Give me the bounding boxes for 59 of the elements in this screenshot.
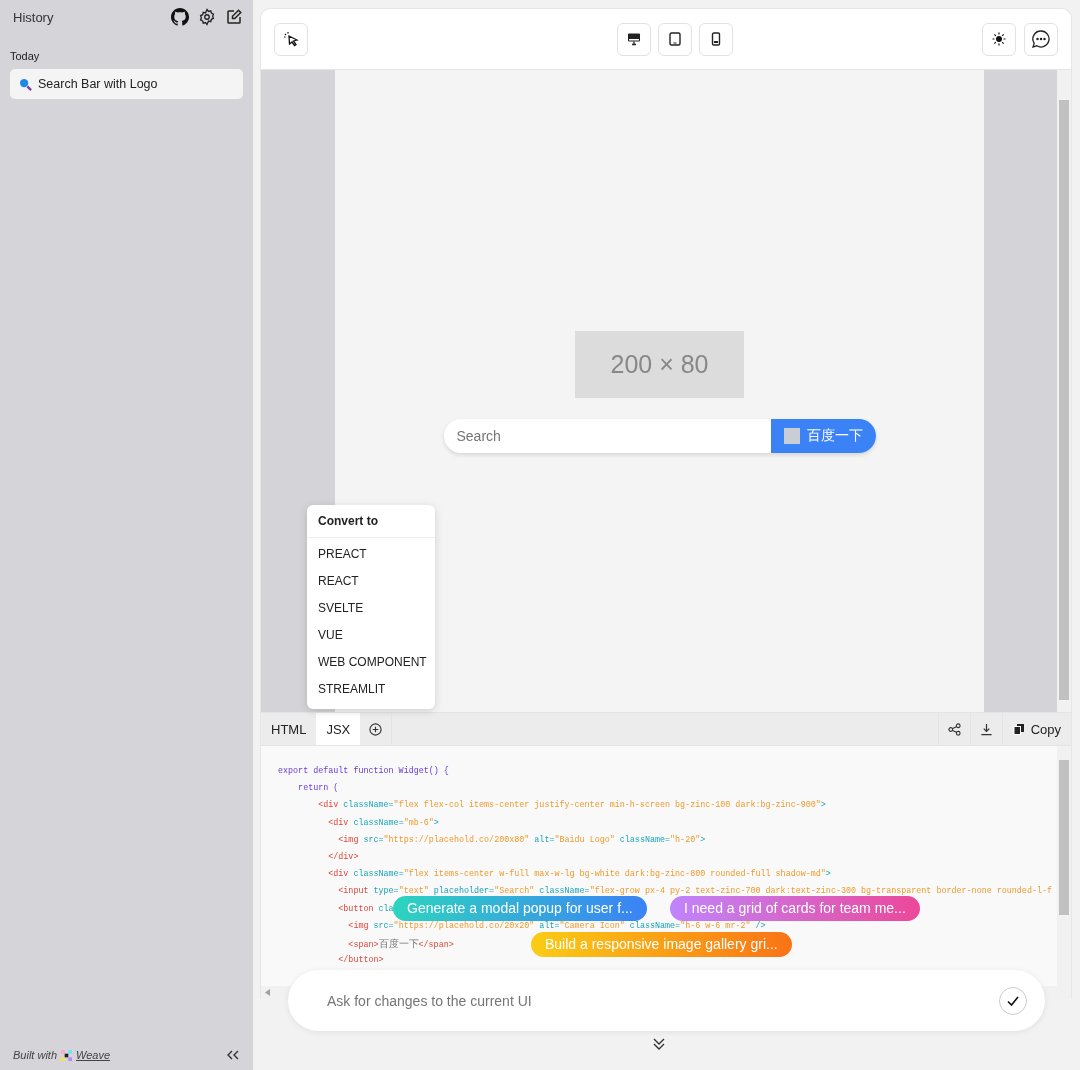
code-line: </button> bbox=[337, 954, 384, 968]
code-line: <input type="text" placeholder="Search" className="flex-grow px-4 py-2 text-zinc-700 dark:text-zinc-300 bg-transparent border-none rounded-l-f bbox=[337, 885, 1053, 899]
search-button[interactable]: 百度一下 bbox=[770, 419, 876, 453]
mobile-view-button[interactable] bbox=[699, 22, 733, 56]
menu-item[interactable]: VUE bbox=[307, 622, 435, 649]
submit-button[interactable] bbox=[999, 986, 1027, 1015]
code-tab[interactable]: HTML bbox=[261, 713, 317, 745]
code-tab[interactable]: JSX bbox=[316, 713, 361, 745]
prompt-bar[interactable]: Ask for changes to the current UI bbox=[288, 970, 1045, 1031]
theme-button[interactable] bbox=[982, 22, 1016, 56]
settings-icon[interactable] bbox=[198, 8, 216, 26]
placeholder-size-label: 200 × 80 bbox=[610, 350, 709, 379]
menu-item[interactable]: SVELTE bbox=[307, 595, 435, 622]
phone-icon bbox=[709, 32, 723, 46]
tablet-view-button[interactable] bbox=[658, 22, 692, 56]
footer-text: Built with bbox=[13, 1049, 58, 1061]
code-line: export default function Widget() { bbox=[278, 765, 449, 778]
chat-button[interactable] bbox=[1024, 22, 1058, 56]
edit-icon[interactable] bbox=[225, 8, 243, 26]
menu-item[interactable]: REACT bbox=[307, 568, 435, 595]
menu-item[interactable]: STREAMLIT bbox=[307, 676, 435, 703]
sun-icon bbox=[992, 32, 1006, 46]
code-line: <div className="mb-6"> bbox=[327, 816, 439, 830]
desktop-view-button[interactable] bbox=[617, 22, 651, 56]
code-line: </div> bbox=[327, 850, 359, 864]
code-line: return ( bbox=[297, 782, 339, 796]
code-line: <img src="https://placehold.co/20x20" alt="Camera Icon" className="h-6 w-6 mr-2" /> bbox=[347, 919, 766, 933]
copy-button[interactable]: Copy bbox=[1001, 713, 1071, 745]
menu-item[interactable]: WEB COMPONENT bbox=[307, 649, 435, 676]
share-icon bbox=[947, 722, 961, 736]
select-element-button[interactable] bbox=[274, 22, 308, 56]
image-icon bbox=[783, 428, 800, 444]
download-icon bbox=[979, 722, 993, 736]
github-icon[interactable] bbox=[171, 8, 189, 26]
menu-item[interactable]: PREACT bbox=[307, 541, 435, 568]
code-line: <button cla bbox=[337, 902, 394, 916]
copy-icon bbox=[1012, 723, 1025, 735]
prompt-field[interactable]: Ask for changes to the current UI bbox=[325, 991, 999, 1010]
chat-icon bbox=[1031, 29, 1051, 49]
menu-title: Convert to bbox=[307, 505, 435, 538]
search-bar[interactable]: Search 百度一下 bbox=[443, 419, 876, 453]
chevron-down-icon[interactable] bbox=[653, 1037, 665, 1051]
logo-icon bbox=[61, 1049, 73, 1061]
code-line: <div className="flex flex-col items-center justify-center min-h-screen bg-zinc-100 dark:bg-zinc-900"> bbox=[317, 799, 826, 813]
section-label: Today bbox=[10, 50, 41, 62]
add-icon bbox=[369, 722, 383, 736]
scrollbar-thumb[interactable] bbox=[1059, 760, 1069, 915]
weave-link[interactable]: Weave bbox=[76, 1049, 111, 1061]
history-item[interactable]: Search Bar with Logo bbox=[10, 69, 243, 99]
search-field[interactable]: Search bbox=[443, 419, 771, 453]
sidebar-title: History bbox=[13, 9, 55, 25]
collapse-icon[interactable] bbox=[227, 1050, 239, 1060]
magnifier-icon bbox=[19, 77, 32, 91]
code-line: <img src="https://placehold.co/200x80" alt="Baidu Logo" className="h-20"> bbox=[337, 833, 706, 847]
code-line: <div className="flex items-center w-full max-w-lg bg-white dark:bg-zinc-800 rounded-full shadow-md"> bbox=[327, 868, 831, 882]
desktop-icon bbox=[627, 32, 641, 46]
scrollbar-thumb[interactable] bbox=[1059, 100, 1069, 700]
pointer-icon bbox=[283, 31, 299, 47]
tablet-icon bbox=[668, 32, 682, 46]
